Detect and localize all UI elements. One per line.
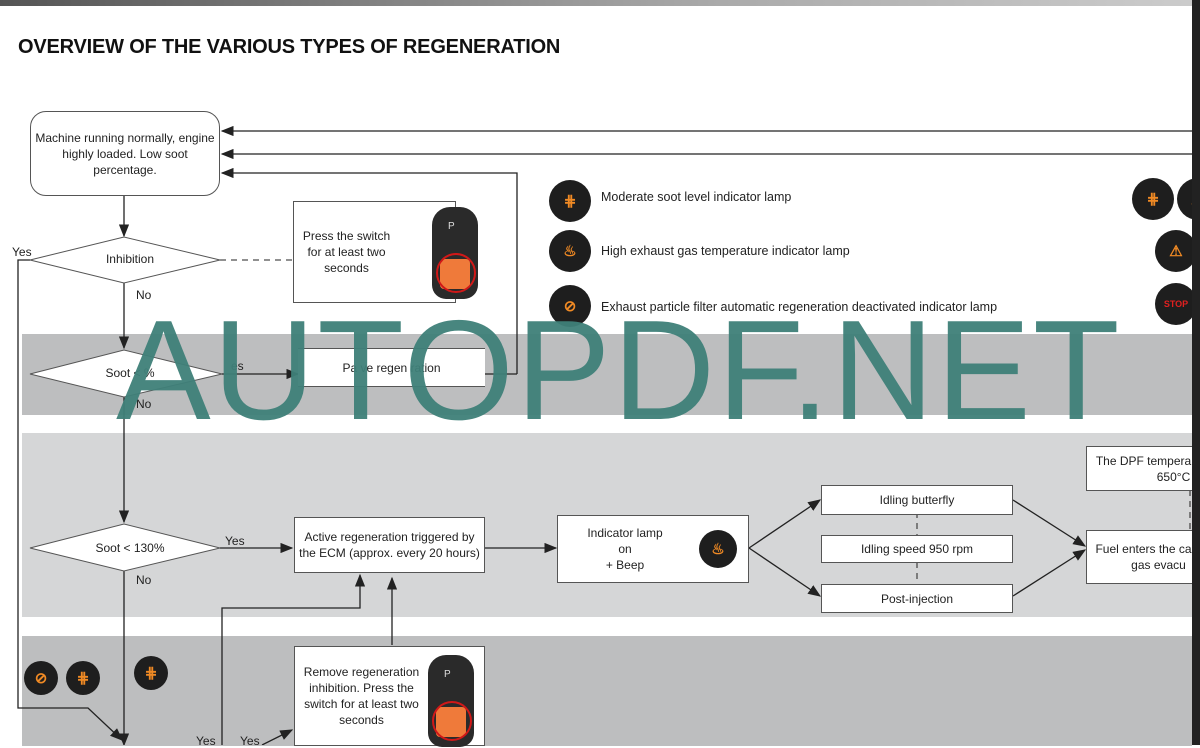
exhaust-temp-icon: ♨ <box>699 530 737 568</box>
highlight-circle <box>432 701 472 741</box>
decision-inhibition-label: Inhibition <box>105 252 155 266</box>
dpf-regen-deactivated-icon: ⊘ <box>24 661 58 695</box>
decision-soot-130-label: Soot < 130% <box>95 541 165 555</box>
highlight-circle <box>436 253 476 293</box>
dpf-temperature-text: 650°C <box>1156 469 1191 484</box>
idling-speed-box: Idling speed 950 rpm <box>821 535 1013 563</box>
press-switch-text: Press the switch for at least two second… <box>302 229 391 275</box>
stop-icon: STOP <box>1155 283 1197 325</box>
active-regeneration-box: Active regeneration triggered by the ECM… <box>294 517 485 573</box>
dpf-temperature-box: The DPF tempera 650°C <box>1086 446 1200 491</box>
start-box: Machine running normally, engine highly … <box>30 111 220 196</box>
fuel-enters-text: gas evacu <box>1131 558 1186 572</box>
indicator-text: + Beep <box>605 558 645 572</box>
indicator-text: on <box>618 542 632 556</box>
label-yes: Yes <box>225 534 245 548</box>
exhaust-temp-icon: ♨ <box>549 230 591 272</box>
label-yes: Yes <box>12 245 32 259</box>
switch-p-label: P <box>448 221 455 232</box>
switch-p-label: P <box>444 669 451 680</box>
engine-warning-icon: ⚠ <box>1155 230 1197 272</box>
fuel-enters-box: Fuel enters the ca gas evacu <box>1086 530 1200 584</box>
dpf-soot-icon: ⋕ <box>1132 178 1174 220</box>
fuel-enters-text: Fuel enters the ca <box>1095 542 1192 556</box>
legend-item: Moderate soot level indicator lamp <box>601 190 792 204</box>
legend-item: High exhaust gas temperature indicator l… <box>601 244 850 258</box>
dpf-soot-icon: ⋕ <box>66 661 100 695</box>
window-edge <box>1192 0 1200 745</box>
label-yes: Yes <box>196 734 216 748</box>
watermark: AUTOPDF.NET <box>116 291 1122 450</box>
remove-inhibition-text: Remove regeneration inhibition. Press th… <box>303 665 420 727</box>
dpf-soot-icon: ⋕ <box>549 180 591 222</box>
dpf-temperature-text: The DPF tempera <box>1095 453 1192 468</box>
regen-switch-image: P <box>432 207 478 299</box>
regen-switch-image: P <box>428 655 474 747</box>
post-injection-box: Post-injection <box>821 584 1013 613</box>
dpf-soot-icon: ⋕ <box>134 656 168 690</box>
label-no: No <box>136 573 152 587</box>
idling-butterfly-box: Idling butterfly <box>821 485 1013 515</box>
indicator-text: Indicator lamp <box>587 526 663 540</box>
label-yes: Yes <box>240 734 260 748</box>
